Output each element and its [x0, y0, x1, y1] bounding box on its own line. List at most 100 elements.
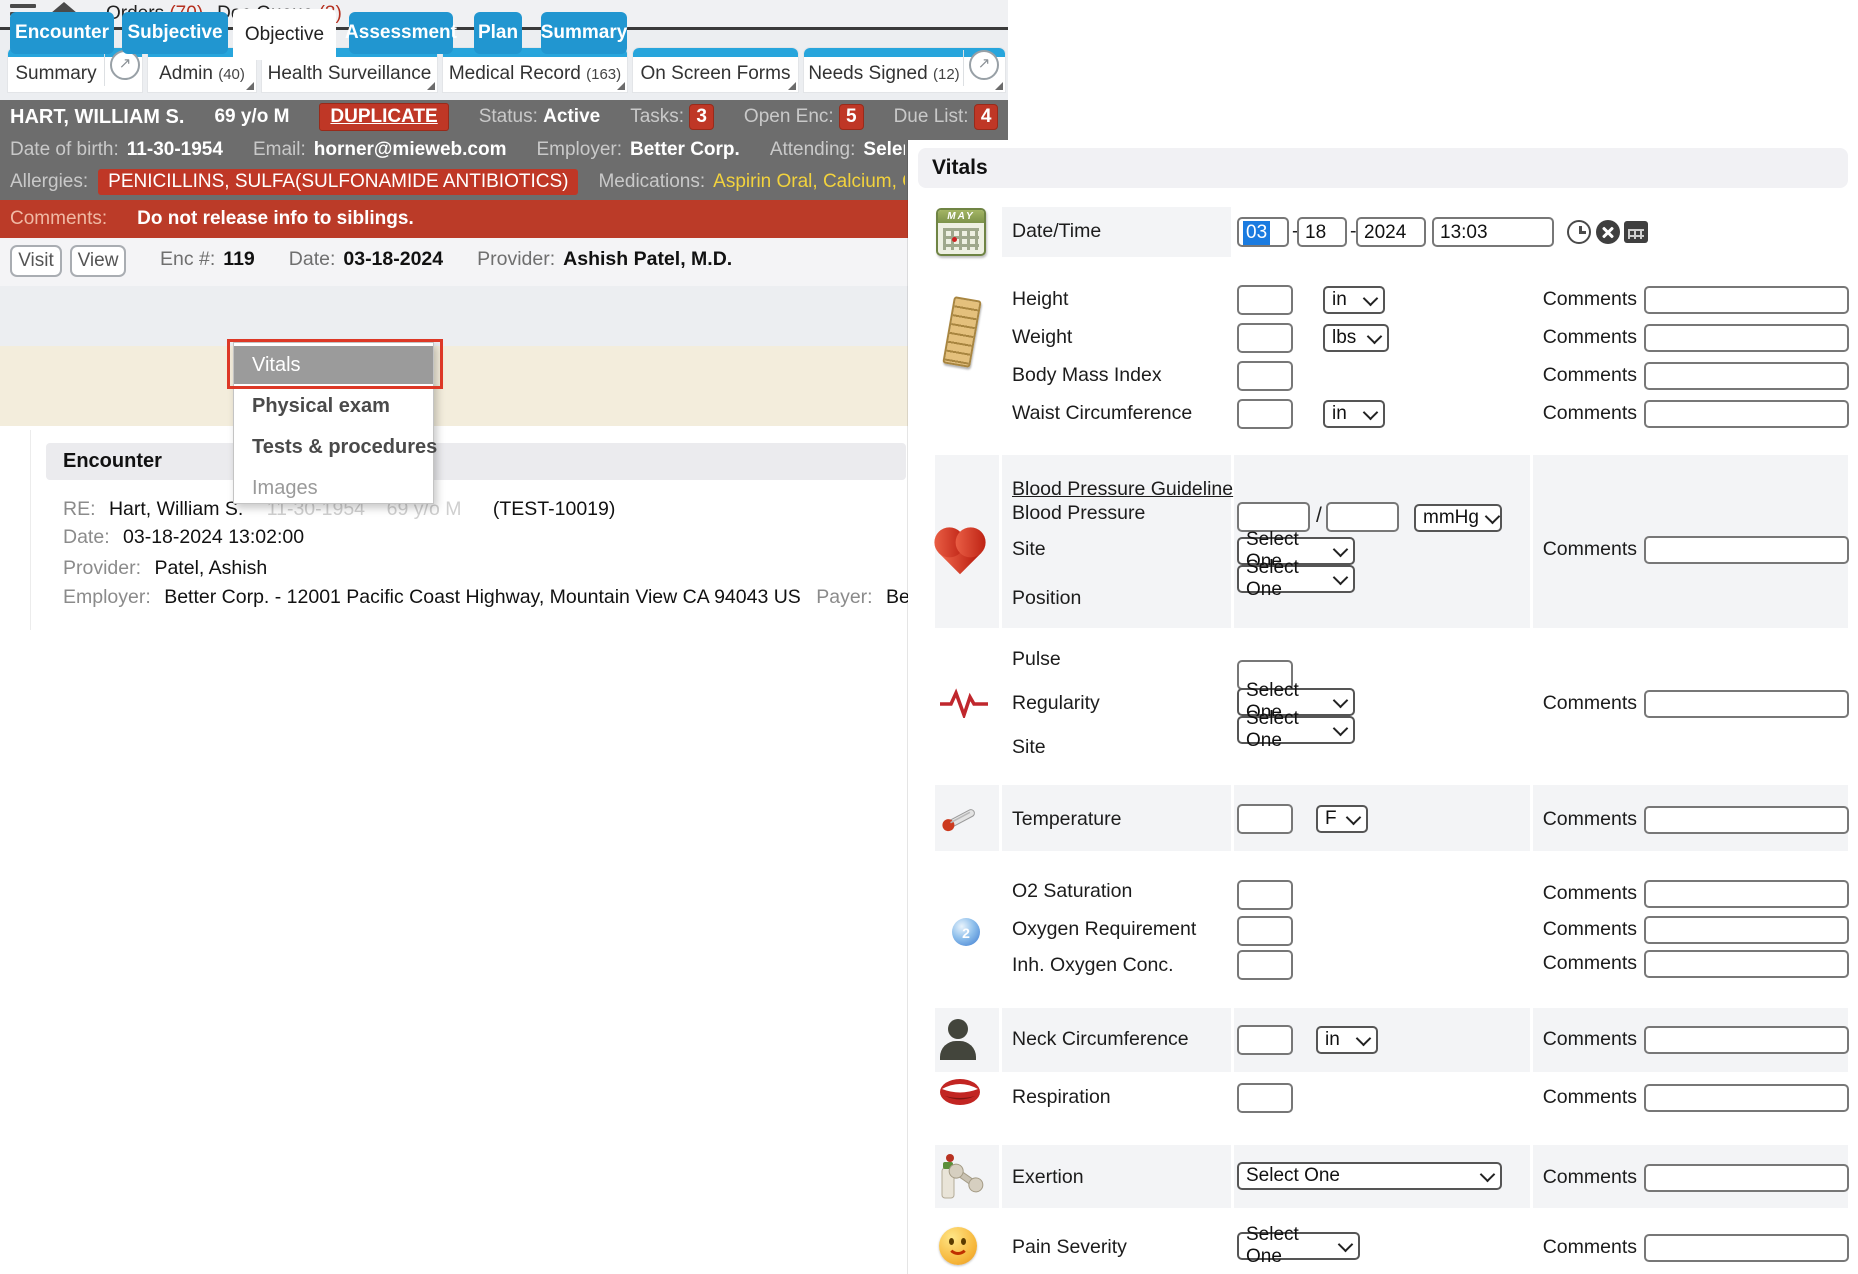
weight-unit-select[interactable]: lbs [1323, 324, 1389, 352]
oxygen-requirement-input[interactable] [1237, 916, 1293, 946]
bp-slash: / [1316, 504, 1322, 528]
pain-comments-label: Comments [1541, 1236, 1637, 1259]
neck-circumference-input[interactable] [1237, 1025, 1293, 1055]
waist-comments-input[interactable] [1644, 400, 1849, 428]
pulse-site-select[interactable]: Select One [1237, 716, 1355, 744]
bmi-comments-label: Comments [1541, 364, 1637, 387]
waist-input[interactable] [1237, 399, 1293, 429]
chevron-down-icon [1333, 569, 1349, 585]
head-silhouette-icon [936, 1018, 980, 1060]
weight-input[interactable] [1237, 323, 1293, 353]
o2-saturation-comments-input[interactable] [1644, 880, 1849, 908]
bp-systolic-input[interactable] [1237, 502, 1310, 532]
bp-site-label: Site [1012, 538, 1046, 561]
tab-summary-note[interactable]: Summary [541, 12, 627, 54]
bmi-input[interactable] [1237, 361, 1293, 391]
weight-comments-input[interactable] [1644, 324, 1849, 352]
bp-unit-select[interactable]: mmHg [1414, 504, 1502, 532]
menu-item-vitals[interactable]: Vitals [234, 346, 433, 384]
date-day-input[interactable]: 18 [1297, 217, 1347, 247]
clear-date-icon[interactable] [1596, 220, 1620, 244]
tab-subjective[interactable]: Subjective [122, 12, 228, 54]
open-enc-badge[interactable]: 5 [839, 104, 864, 130]
open-enc-label: Open Enc: [744, 106, 834, 127]
view-button[interactable]: View [70, 245, 126, 277]
menu-item-physical-exam[interactable]: Physical exam [234, 395, 433, 418]
chevron-down-icon [1363, 404, 1379, 420]
allergies-label: Allergies: [10, 171, 88, 193]
bp-comments-input[interactable] [1644, 536, 1849, 564]
vitals-title: Vitals [932, 156, 988, 180]
needs-signed-popout-icon[interactable]: ↗ [969, 50, 999, 80]
tab-medical-record[interactable]: Medical Record (163) [443, 48, 627, 92]
vitals-panel: Vitals MAY [908, 140, 1858, 1274]
chevron-down-icon [1356, 1030, 1372, 1046]
due-list-badge[interactable]: 4 [974, 104, 999, 130]
exertion-comments-label: Comments [1541, 1166, 1637, 1189]
menu-item-tests-procedures[interactable]: Tests & procedures [234, 436, 433, 459]
tab-assessment[interactable]: Assessment [349, 12, 453, 54]
medications-label: Medications: [598, 171, 705, 193]
temperature-comments-label: Comments [1541, 808, 1637, 831]
chevron-down-icon [1346, 809, 1362, 825]
bmi-comments-input[interactable] [1644, 362, 1849, 390]
summary-popout-icon[interactable]: ↗ [110, 50, 140, 80]
attending-value: Selenium S [863, 139, 905, 161]
bp-position-select[interactable]: Select One [1237, 565, 1355, 593]
inh-oxygen-conc-input[interactable] [1237, 950, 1293, 980]
temperature-unit-select[interactable]: F [1316, 805, 1368, 833]
date-month-input[interactable]: 03 [1237, 217, 1289, 247]
enc-number-value: 119 [223, 248, 254, 271]
pulse-label: Pulse [1012, 648, 1061, 671]
pain-severity-label: Pain Severity [1012, 1236, 1127, 1259]
tab-on-screen-forms[interactable]: On Screen Forms [633, 48, 798, 92]
bp-diastolic-input[interactable] [1326, 502, 1399, 532]
date-year-input[interactable]: 2024 [1356, 217, 1426, 247]
temperature-comments-input[interactable] [1644, 806, 1849, 834]
tab-objective[interactable]: Objective [233, 9, 336, 60]
card-date-value: 03-18-2024 13:02:00 [123, 526, 304, 548]
height-unit-select[interactable]: in [1323, 286, 1385, 314]
exertion-select[interactable]: Select One [1237, 1162, 1502, 1190]
allergies-badge[interactable]: PENICILLINS, SULFA(SULFONAMIDE ANTIBIOTI… [98, 169, 578, 195]
respiration-input[interactable] [1237, 1083, 1293, 1113]
duplicate-flag[interactable]: DUPLICATE [319, 103, 448, 131]
oxygen-requirement-comments-input[interactable] [1644, 916, 1849, 944]
respiration-comments-input[interactable] [1644, 1084, 1849, 1112]
date-picker-icon[interactable] [1624, 221, 1648, 243]
time-input[interactable]: 13:03 [1432, 217, 1554, 247]
chevron-down-icon [1333, 720, 1349, 736]
objective-dropdown-menu: Vitals Physical exam Tests & procedures … [233, 342, 434, 504]
pain-severity-select[interactable]: Select One [1237, 1232, 1360, 1260]
menu-item-images[interactable]: Images [234, 477, 433, 500]
neck-unit-select[interactable]: in [1316, 1026, 1378, 1054]
datetime-label: Date/Time [1012, 220, 1101, 243]
temperature-input[interactable] [1237, 804, 1293, 834]
patient-name[interactable]: HART, WILLIAM S. [10, 106, 184, 129]
o2-saturation-label: O2 Saturation [1012, 880, 1132, 903]
bp-position-label: Position [1012, 587, 1081, 610]
encounter-card-title: Encounter [63, 450, 162, 473]
o2-saturation-input[interactable] [1237, 880, 1293, 910]
medications-value[interactable]: Aspirin Oral, Calcium, C [713, 171, 905, 193]
neck-comments-input[interactable] [1644, 1026, 1849, 1054]
exertion-comments-input[interactable] [1644, 1164, 1849, 1192]
tasks-badge[interactable]: 3 [689, 104, 714, 130]
pain-comments-input[interactable] [1644, 1234, 1849, 1262]
height-comments-input[interactable] [1644, 286, 1849, 314]
waist-label: Waist Circumference [1012, 402, 1192, 425]
webchart-app: Orders (70) Doc Queue (3) Summary ↗ Admi… [0, 0, 1858, 1274]
inh-oxygen-conc-comments-input[interactable] [1644, 950, 1849, 978]
chevron-down-icon [1363, 290, 1379, 306]
tab-encounter[interactable]: Encounter [10, 12, 114, 54]
waist-unit-select[interactable]: in [1323, 400, 1385, 428]
thermometer-icon [936, 798, 986, 840]
clock-icon[interactable] [1567, 220, 1591, 244]
pulse-comments-input[interactable] [1644, 690, 1849, 718]
visit-button[interactable]: Visit [10, 245, 62, 277]
tab-plan[interactable]: Plan [474, 12, 522, 54]
bp-guideline-link[interactable]: Blood Pressure Guideline [1012, 478, 1233, 501]
enc-provider-value: Ashish Patel, M.D. [563, 248, 732, 271]
height-input[interactable] [1237, 285, 1293, 315]
enc-date-value: 03-18-2024 [343, 248, 443, 271]
